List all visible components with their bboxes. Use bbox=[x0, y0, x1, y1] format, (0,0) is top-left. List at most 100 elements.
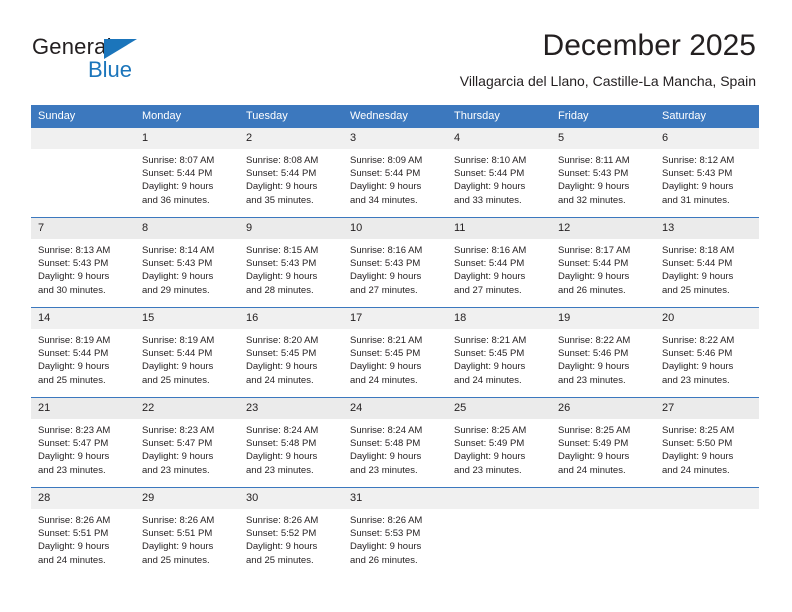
calendar-day-cell[interactable]: 20 Sunrise: 8:22 AM Sunset: 5:46 PM Dayligh… bbox=[655, 307, 759, 398]
calendar-day-cell[interactable]: 2 Sunrise: 8:08 AM Sunset: 5:44 PM Daylight… bbox=[239, 127, 343, 218]
day-details: Sunrise: 8:17 AM Sunset: 5:44 PM Daylight:… bbox=[551, 239, 655, 297]
day-details: Sunrise: 8:26 AM Sunset: 5:51 PM Daylight:… bbox=[135, 509, 239, 567]
daylight-text-line2: and 23 minutes. bbox=[38, 464, 106, 476]
calendar-day-cell[interactable]: 31 Sunrise: 8:26 AM Sunset: 5:53 PM Dayligh… bbox=[343, 487, 447, 577]
daylight-text-line2: and 23 minutes. bbox=[454, 464, 522, 476]
general-blue-logo[interactable]: General Blue bbox=[32, 34, 242, 86]
day-number: 10 bbox=[343, 218, 447, 239]
day-details: Sunrise: 8:22 AM Sunset: 5:46 PM Daylight:… bbox=[655, 329, 759, 387]
day-details: Sunrise: 8:26 AM Sunset: 5:51 PM Daylight:… bbox=[31, 509, 135, 567]
sunset-text: Sunset: 5:45 PM bbox=[454, 348, 525, 360]
calendar-day-cell[interactable]: 29 Sunrise: 8:26 AM Sunset: 5:51 PM Dayligh… bbox=[135, 487, 239, 577]
sunrise-text: Sunrise: 8:22 AM bbox=[662, 335, 735, 346]
daylight-text-line2: and 23 minutes. bbox=[350, 464, 418, 476]
day-number: 17 bbox=[343, 308, 447, 329]
daylight-text-line2: and 29 minutes. bbox=[142, 284, 210, 296]
sunrise-text: Sunrise: 8:08 AM bbox=[246, 155, 319, 166]
calendar-page: General Blue December 2025 Villagarcia d… bbox=[0, 0, 792, 612]
daylight-text-line1: Daylight: 9 hours bbox=[142, 361, 214, 373]
sunrise-text: Sunrise: 8:26 AM bbox=[246, 515, 319, 526]
calendar-day-cell[interactable]: 25 Sunrise: 8:25 AM Sunset: 5:49 PM Dayligh… bbox=[447, 397, 551, 488]
calendar-day-cell[interactable]: 3 Sunrise: 8:09 AM Sunset: 5:44 PM Daylight… bbox=[343, 127, 447, 218]
daylight-text-line1: Daylight: 9 hours bbox=[142, 541, 214, 553]
daylight-text-line2: and 26 minutes. bbox=[558, 284, 626, 296]
calendar-day-cell[interactable]: 27 Sunrise: 8:25 AM Sunset: 5:50 PM Dayligh… bbox=[655, 397, 759, 488]
daylight-text-line2: and 31 minutes. bbox=[662, 194, 730, 206]
daylight-text-line1: Daylight: 9 hours bbox=[558, 271, 630, 283]
page-header: General Blue December 2025 Villagarcia d… bbox=[0, 0, 792, 100]
day-number: 15 bbox=[135, 308, 239, 329]
day-number: 13 bbox=[655, 218, 759, 239]
calendar-day-cell[interactable]: 14 Sunrise: 8:19 AM Sunset: 5:44 PM Dayligh… bbox=[31, 307, 135, 398]
calendar-day-cell[interactable]: 4 Sunrise: 8:10 AM Sunset: 5:44 PM Daylight… bbox=[447, 127, 551, 218]
calendar-day-cell[interactable]: 6 Sunrise: 8:12 AM Sunset: 5:43 PM Daylight… bbox=[655, 127, 759, 218]
sunrise-text: Sunrise: 8:22 AM bbox=[558, 335, 631, 346]
calendar-day-cell[interactable]: 21 Sunrise: 8:23 AM Sunset: 5:47 PM Dayligh… bbox=[31, 397, 135, 488]
calendar-day-cell[interactable]: 18 Sunrise: 8:21 AM Sunset: 5:45 PM Dayligh… bbox=[447, 307, 551, 398]
calendar-day-cell[interactable]: 24 Sunrise: 8:24 AM Sunset: 5:48 PM Dayligh… bbox=[343, 397, 447, 488]
sunrise-text: Sunrise: 8:09 AM bbox=[350, 155, 423, 166]
daylight-text-line1: Daylight: 9 hours bbox=[662, 451, 734, 463]
daylight-text-line2: and 34 minutes. bbox=[350, 194, 418, 206]
calendar-day-cell[interactable]: 11 Sunrise: 8:16 AM Sunset: 5:44 PM Dayligh… bbox=[447, 217, 551, 308]
calendar-day-cell[interactable]: 16 Sunrise: 8:20 AM Sunset: 5:45 PM Dayligh… bbox=[239, 307, 343, 398]
daylight-text-line1: Daylight: 9 hours bbox=[38, 451, 110, 463]
daylight-text-line1: Daylight: 9 hours bbox=[350, 271, 422, 283]
sunrise-text: Sunrise: 8:13 AM bbox=[38, 245, 111, 256]
calendar-day-cell[interactable]: 9 Sunrise: 8:15 AM Sunset: 5:43 PM Daylight… bbox=[239, 217, 343, 308]
calendar-day-cell[interactable]: 19 Sunrise: 8:22 AM Sunset: 5:46 PM Dayligh… bbox=[551, 307, 655, 398]
calendar-day-cell[interactable]: 30 Sunrise: 8:26 AM Sunset: 5:52 PM Dayligh… bbox=[239, 487, 343, 577]
daylight-text-line1: Daylight: 9 hours bbox=[38, 271, 110, 283]
daylight-text-line1: Daylight: 9 hours bbox=[350, 361, 422, 373]
sunset-text: Sunset: 5:45 PM bbox=[350, 348, 421, 360]
calendar-cell-empty bbox=[551, 487, 655, 577]
calendar-day-cell[interactable]: 28 Sunrise: 8:26 AM Sunset: 5:51 PM Dayligh… bbox=[31, 487, 135, 577]
day-number: 23 bbox=[239, 398, 343, 419]
sunset-text: Sunset: 5:51 PM bbox=[38, 528, 109, 540]
sunset-text: Sunset: 5:48 PM bbox=[350, 438, 421, 450]
daylight-text-line1: Daylight: 9 hours bbox=[142, 181, 214, 193]
day-details: Sunrise: 8:13 AM Sunset: 5:43 PM Daylight:… bbox=[31, 239, 135, 297]
daylight-text-line2: and 30 minutes. bbox=[38, 284, 106, 296]
calendar-day-cell[interactable]: 23 Sunrise: 8:24 AM Sunset: 5:48 PM Dayligh… bbox=[239, 397, 343, 488]
daylight-text-line1: Daylight: 9 hours bbox=[558, 361, 630, 373]
day-details: Sunrise: 8:26 AM Sunset: 5:52 PM Daylight:… bbox=[239, 509, 343, 567]
daylight-text-line2: and 23 minutes. bbox=[558, 374, 626, 386]
day-number: 16 bbox=[239, 308, 343, 329]
day-details: Sunrise: 8:26 AM Sunset: 5:53 PM Daylight:… bbox=[343, 509, 447, 567]
day-details: Sunrise: 8:11 AM Sunset: 5:43 PM Daylight:… bbox=[551, 149, 655, 207]
logo-triangle-icon bbox=[104, 39, 137, 59]
calendar-day-cell[interactable]: 7 Sunrise: 8:13 AM Sunset: 5:43 PM Daylight… bbox=[31, 217, 135, 308]
calendar-day-cell[interactable]: 12 Sunrise: 8:17 AM Sunset: 5:44 PM Dayligh… bbox=[551, 217, 655, 308]
calendar-day-cell[interactable]: 22 Sunrise: 8:23 AM Sunset: 5:47 PM Dayligh… bbox=[135, 397, 239, 488]
calendar-day-cell[interactable]: 17 Sunrise: 8:21 AM Sunset: 5:45 PM Dayligh… bbox=[343, 307, 447, 398]
sunrise-text: Sunrise: 8:11 AM bbox=[558, 155, 630, 166]
calendar-day-cell[interactable]: 5 Sunrise: 8:11 AM Sunset: 5:43 PM Daylight… bbox=[551, 127, 655, 218]
calendar-day-cell[interactable]: 8 Sunrise: 8:14 AM Sunset: 5:43 PM Daylight… bbox=[135, 217, 239, 308]
weekday-header-thursday: Thursday bbox=[447, 105, 551, 128]
calendar-day-cell[interactable]: 26 Sunrise: 8:25 AM Sunset: 5:49 PM Dayligh… bbox=[551, 397, 655, 488]
day-number: 1 bbox=[135, 128, 239, 149]
sunset-text: Sunset: 5:46 PM bbox=[558, 348, 629, 360]
sunrise-text: Sunrise: 8:25 AM bbox=[454, 425, 527, 436]
daylight-text-line1: Daylight: 9 hours bbox=[246, 361, 318, 373]
sunset-text: Sunset: 5:45 PM bbox=[246, 348, 317, 360]
sunset-text: Sunset: 5:46 PM bbox=[662, 348, 733, 360]
calendar-day-cell[interactable]: 10 Sunrise: 8:16 AM Sunset: 5:43 PM Dayligh… bbox=[343, 217, 447, 308]
daylight-text-line1: Daylight: 9 hours bbox=[662, 361, 734, 373]
calendar-day-cell[interactable]: 1 Sunrise: 8:07 AM Sunset: 5:44 PM Daylight… bbox=[135, 127, 239, 218]
day-details: Sunrise: 8:22 AM Sunset: 5:46 PM Daylight:… bbox=[551, 329, 655, 387]
daylight-text-line1: Daylight: 9 hours bbox=[350, 541, 422, 553]
day-number: 4 bbox=[447, 128, 551, 149]
calendar-day-cell[interactable]: 13 Sunrise: 8:18 AM Sunset: 5:44 PM Dayligh… bbox=[655, 217, 759, 308]
day-details: Sunrise: 8:21 AM Sunset: 5:45 PM Daylight:… bbox=[447, 329, 551, 387]
calendar-day-cell[interactable]: 15 Sunrise: 8:19 AM Sunset: 5:44 PM Dayligh… bbox=[135, 307, 239, 398]
calendar-body: 1 Sunrise: 8:07 AM Sunset: 5:44 PM Daylight… bbox=[31, 127, 759, 577]
day-number: 22 bbox=[135, 398, 239, 419]
sunset-text: Sunset: 5:49 PM bbox=[454, 438, 525, 450]
day-details: Sunrise: 8:20 AM Sunset: 5:45 PM Daylight:… bbox=[239, 329, 343, 387]
day-number: 31 bbox=[343, 488, 447, 509]
day-details: Sunrise: 8:09 AM Sunset: 5:44 PM Daylight:… bbox=[343, 149, 447, 207]
sunrise-text: Sunrise: 8:26 AM bbox=[38, 515, 111, 526]
daylight-text-line1: Daylight: 9 hours bbox=[350, 181, 422, 193]
